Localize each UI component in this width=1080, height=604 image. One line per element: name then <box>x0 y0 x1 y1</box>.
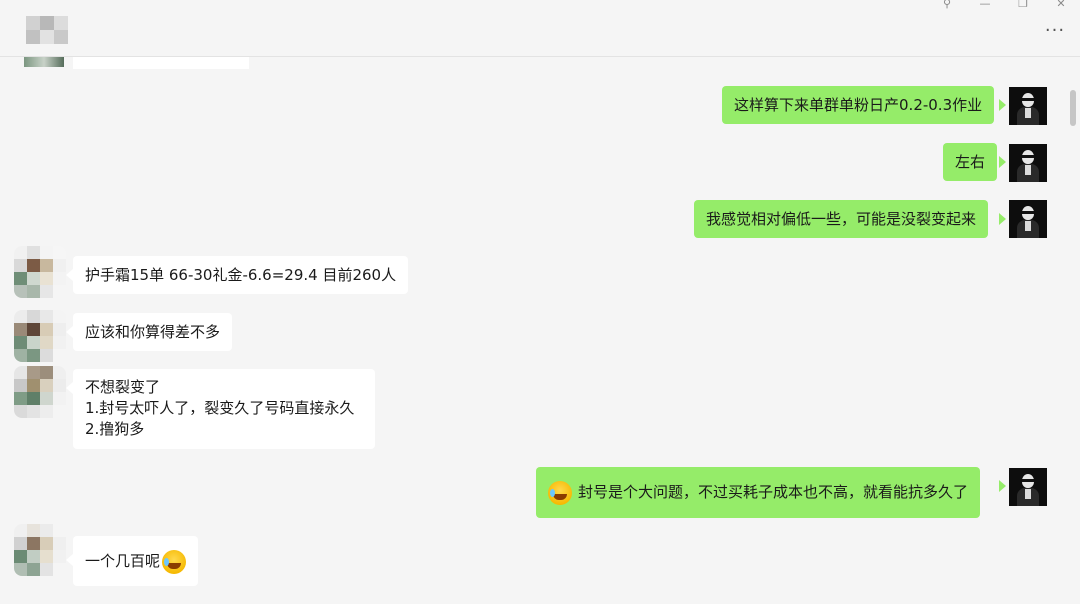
message-bubble-incoming[interactable]: 应该和你算得差不多 <box>73 313 233 351</box>
partial-avatar <box>24 57 64 67</box>
bubble-tail <box>999 480 1006 492</box>
message-text: 左右 <box>955 153 986 171</box>
crying-laughing-emoji-icon <box>548 480 572 505</box>
self-avatar[interactable] <box>1009 200 1047 238</box>
message-text: 一个几百呢 <box>85 552 161 570</box>
bubble-tail <box>66 554 73 566</box>
bubble-tail <box>999 99 1006 111</box>
message-text-line: 不想裂变了 <box>85 378 161 396</box>
bubble-tail <box>999 156 1006 168</box>
bubble-tail <box>66 382 73 394</box>
message-bubble-incoming[interactable]: 一个几百呢 <box>73 536 199 586</box>
restore-icon[interactable]: ❐ <box>1008 0 1038 10</box>
contact-avatar-blurred[interactable] <box>14 366 66 418</box>
message-bubble-outgoing[interactable]: 封号是个大问题，不过买耗子成本也不高，就看能抗多久了 <box>536 467 981 518</box>
message-bubble-incoming[interactable]: 不想裂变了 1.封号太吓人了，裂变久了号码直接永久 2.撸狗多 <box>73 369 375 449</box>
message-text: 封号是个大问题，不过买耗子成本也不高，就看能抗多久了 <box>578 483 969 501</box>
message-text: 我感觉相对偏低一些，可能是没裂变起来 <box>706 210 977 228</box>
message-text-line: 2.撸狗多 <box>85 420 145 438</box>
message-bubble-outgoing[interactable]: 这样算下来单群单粉日产0.2-0.3作业 <box>722 86 995 124</box>
more-options-icon[interactable]: ··· <box>1040 22 1070 42</box>
chat-title-bar: ⚲ — ❐ ✕ ··· <box>0 0 1080 57</box>
contact-avatar-blurred[interactable] <box>14 310 66 362</box>
message-bubble-incoming[interactable]: 护手霜15单 66-30礼金-6.6=29.4 目前260人 <box>73 256 409 294</box>
message-text-line: 1.封号太吓人了，裂变久了号码直接永久 <box>85 399 355 417</box>
minimize-icon[interactable]: — <box>970 0 1000 10</box>
bubble-tail <box>999 213 1006 225</box>
scrollbar-thumb[interactable] <box>1070 90 1076 126</box>
message-bubble-outgoing[interactable]: 左右 <box>943 143 998 181</box>
close-icon[interactable]: ✕ <box>1046 0 1076 10</box>
self-avatar[interactable] <box>1009 87 1047 125</box>
partial-message-bubble <box>73 57 249 69</box>
message-bubble-outgoing[interactable]: 我感觉相对偏低一些，可能是没裂变起来 <box>694 200 989 238</box>
laughing-emoji-icon <box>162 549 187 574</box>
bubble-tail <box>66 269 73 281</box>
pin-icon[interactable]: ⚲ <box>932 0 962 10</box>
message-text: 护手霜15单 66-30礼金-6.6=29.4 目前260人 <box>85 266 397 284</box>
self-avatar[interactable] <box>1009 468 1047 506</box>
self-avatar[interactable] <box>1009 144 1047 182</box>
contact-avatar-blurred[interactable] <box>14 246 66 298</box>
bubble-tail <box>66 326 73 338</box>
message-text: 应该和你算得差不多 <box>85 323 221 341</box>
chat-title-blurred-avatar <box>26 16 68 44</box>
message-text: 这样算下来单群单粉日产0.2-0.3作业 <box>734 96 983 114</box>
contact-avatar-blurred[interactable] <box>14 524 66 576</box>
